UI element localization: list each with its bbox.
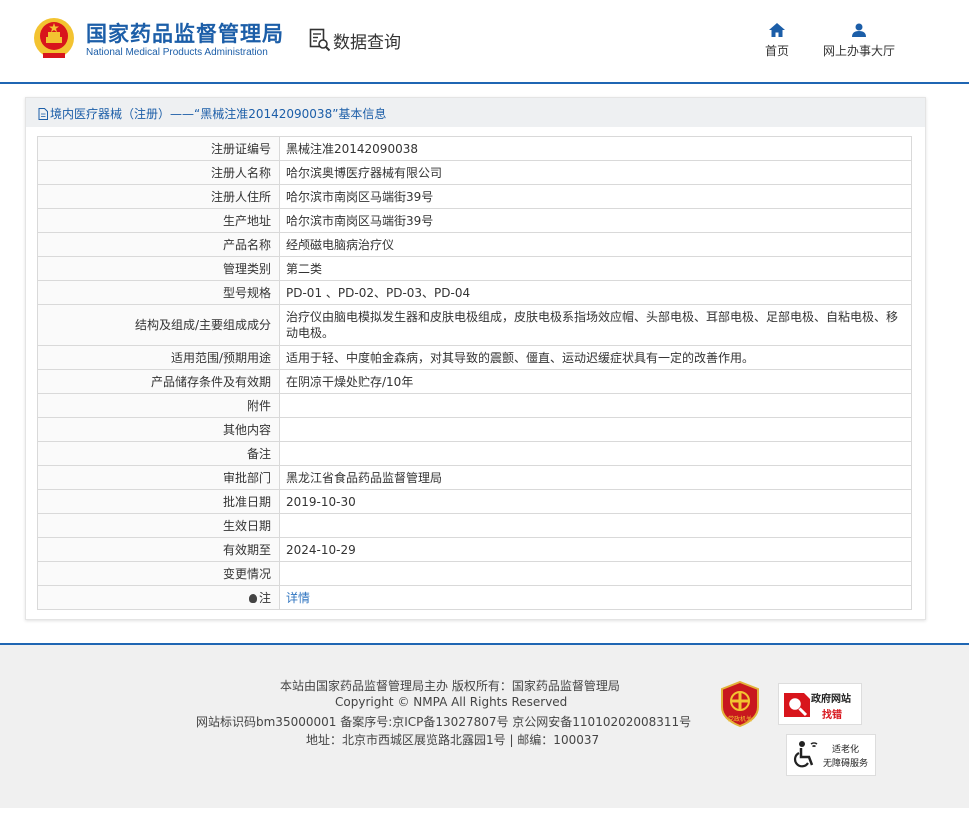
detail-panel: 境内医疗器械（注册）——“黑械注准20142090038”基本信息 注册证编号黑… xyxy=(25,97,926,620)
report-error-label: 找错 xyxy=(822,710,842,721)
site-footer: 本站由国家药品监督管理局主办 版权所有：国家药品监督管理局 Copyright … xyxy=(0,645,969,808)
breadcrumb-content: 境内医疗器械（注册）——“黑械注准20142090038”基本信息 xyxy=(38,105,386,122)
elderly-friendly-label: 适老化 xyxy=(832,745,860,755)
row-label: 适用范围/预期用途 xyxy=(37,345,280,370)
national-emblem-icon xyxy=(34,18,74,58)
row-label: 结构及组成/主要组成成分 xyxy=(37,304,280,346)
row-value: 哈尔滨市南岗区马端街39号 xyxy=(279,208,912,233)
row-value: 适用于轻、中度帕金森病，对其导致的震颤、僵直、运动迟缓症状具有一定的改善作用。 xyxy=(279,345,912,370)
registration-info-table: 注册证编号 黑械注准20142090038 注册人名称 哈尔滨奥博医疗器械有限公司 … xyxy=(37,136,912,610)
row-label: 注册证编号 xyxy=(37,136,280,161)
gov-site-error-report[interactable]: 政府网站 找错 xyxy=(778,683,862,725)
row-label: 审批部门 xyxy=(37,465,280,490)
note-value-cell: 详情 xyxy=(279,585,912,610)
table-row: 批准日期 2019-10-30 xyxy=(37,489,912,514)
row-label: 变更情况 xyxy=(37,561,280,586)
footer-registration: 网站标识码bm35000001 备案序号:京ICP备13027807号 京公网安… xyxy=(196,715,692,729)
row-value: 治疗仪由脑电模拟发生器和皮肤电极组成，皮肤电极系指场效应帽、头部电极、耳部电极、… xyxy=(279,304,912,346)
row-label: 产品名称 xyxy=(37,232,280,257)
table-row: 备注 xyxy=(37,441,912,466)
row-label: 管理类别 xyxy=(37,256,280,281)
table-row: 注 详情 xyxy=(37,585,912,610)
footer-host-text: 本站由国家药品监督管理局主办 版权所有：国家药品监督管理局 xyxy=(280,679,620,693)
row-label: 产品储存条件及有效期 xyxy=(37,369,280,394)
row-value: 2019-10-30 xyxy=(279,489,912,514)
row-value xyxy=(279,513,912,538)
home-icon xyxy=(769,23,785,37)
data-query-label: 数据查询 xyxy=(333,32,401,53)
row-label: 其他内容 xyxy=(37,417,280,442)
row-value: PD-01 、PD-02、PD-03、PD-04 xyxy=(279,280,912,305)
accessibility-icon xyxy=(794,741,818,768)
row-value: 第二类 xyxy=(279,256,912,281)
row-label: 型号规格 xyxy=(37,280,280,305)
row-label: 生产地址 xyxy=(37,208,280,233)
data-search-icon xyxy=(309,28,331,52)
party-government-badge-icon[interactable]: 党政机关 xyxy=(720,681,760,727)
row-label: 有效期至 xyxy=(37,537,280,562)
row-value: 经颅磁电脑病治疗仪 xyxy=(279,232,912,257)
table-row: 有效期至 2024-10-29 xyxy=(37,537,912,562)
note-label-cell: 注 xyxy=(37,585,280,610)
row-label: 生效日期 xyxy=(37,513,280,538)
row-value: 黑龙江省食品药品监督管理局 xyxy=(279,465,912,490)
row-value xyxy=(279,417,912,442)
row-label: 批准日期 xyxy=(37,489,280,514)
badge-label: 党政机关 xyxy=(728,715,752,723)
row-label: 附件 xyxy=(37,393,280,418)
row-value: 2024-10-29 xyxy=(279,537,912,562)
table-row: 注册人名称 哈尔滨奥博医疗器械有限公司 xyxy=(37,160,912,185)
org-name-cn: 国家药品监督管理局 xyxy=(86,22,284,46)
table-row: 适用范围/预期用途 适用于轻、中度帕金森病，对其导致的震颤、僵直、运动迟缓症状具有… xyxy=(37,345,912,370)
data-query-title: 数据查询 xyxy=(309,27,401,53)
table-row: 变更情况 xyxy=(37,561,912,586)
gov-site-label: 政府网站 xyxy=(811,694,851,705)
accessibility-service[interactable]: 适老化 无障碍服务 xyxy=(786,734,876,776)
table-row: 型号规格 PD-01 、PD-02、PD-03、PD-04 xyxy=(37,280,912,305)
breadcrumb: 境内医疗器械（注册）——“黑械注准20142090038”基本信息 xyxy=(26,98,925,127)
table-row: 注册证编号 黑械注准20142090038 xyxy=(37,136,912,161)
table-row: 产品储存条件及有效期 在阴凉干燥处贮存/10年 xyxy=(37,369,912,394)
footer-copyright: Copyright © NMPA All Rights Reserved xyxy=(335,695,568,709)
breadcrumb-text: 境内医疗器械（注册）——“黑械注准20142090038”基本信息 xyxy=(50,107,387,121)
note-label: 注 xyxy=(258,590,271,605)
table-row: 附件 xyxy=(37,393,912,418)
nav-online-office-label: 网上办事大厅 xyxy=(822,44,895,58)
details-link[interactable]: 详情 xyxy=(286,591,310,605)
row-value: 黑械注准20142090038 xyxy=(279,136,912,161)
user-icon xyxy=(852,23,866,37)
table-row: 注册人住所 哈尔滨市南岗区马端街39号 xyxy=(37,184,912,209)
accessibility-label: 无障碍服务 xyxy=(823,759,869,769)
footer-address: 地址：北京市西城区展览路北露园1号 | 邮编：100037 xyxy=(306,733,600,747)
site-header: 国家药品监督管理局 National Medical Products Admi… xyxy=(0,0,969,83)
row-value: 在阴凉干燥处贮存/10年 xyxy=(279,369,912,394)
nav-online-office[interactable]: 网上办事大厅 xyxy=(820,23,898,59)
table-row: 其他内容 xyxy=(37,417,912,442)
row-value xyxy=(279,393,912,418)
header-divider xyxy=(0,82,969,84)
magnifier-icon xyxy=(784,693,810,717)
table-row: 生产地址 哈尔滨市南岗区马端街39号 xyxy=(37,208,912,233)
table-row: 结构及组成/主要组成成分 治疗仪由脑电模拟发生器和皮肤电极组成，皮肤电极系指场效应… xyxy=(37,304,912,346)
nav-home[interactable]: 首页 xyxy=(760,23,794,59)
document-icon xyxy=(38,107,48,120)
row-label: 注册人名称 xyxy=(37,160,280,185)
table-row: 管理类别 第二类 xyxy=(37,256,912,281)
row-value: 哈尔滨奥博医疗器械有限公司 xyxy=(279,160,912,185)
table-row: 产品名称 经颅磁电脑病治疗仪 xyxy=(37,232,912,257)
row-label: 备注 xyxy=(37,441,280,466)
table-row: 审批部门 黑龙江省食品药品监督管理局 xyxy=(37,465,912,490)
nav-home-label: 首页 xyxy=(764,44,789,58)
lightbulb-icon xyxy=(248,593,257,603)
table-row: 生效日期 xyxy=(37,513,912,538)
row-label: 注册人住所 xyxy=(37,184,280,209)
row-value: 哈尔滨市南岗区马端街39号 xyxy=(279,184,912,209)
org-name-en: National Medical Products Administration xyxy=(86,47,268,58)
row-value xyxy=(279,561,912,586)
row-value xyxy=(279,441,912,466)
